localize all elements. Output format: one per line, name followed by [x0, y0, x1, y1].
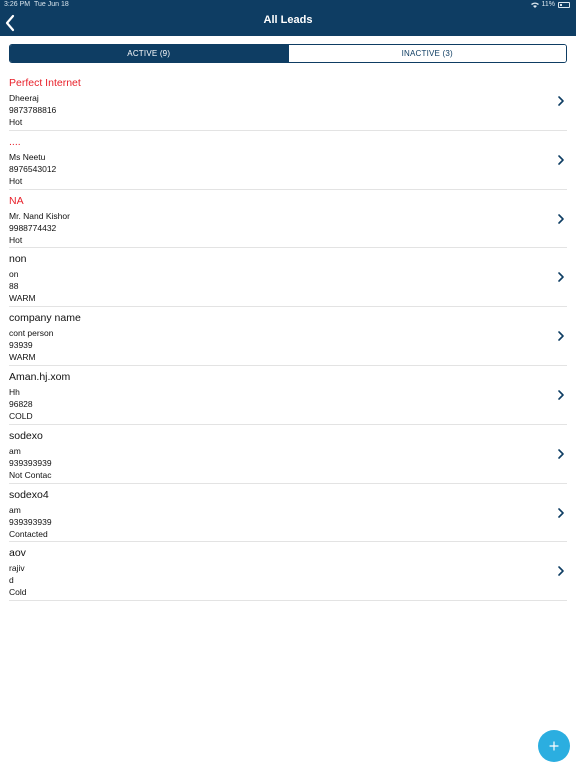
lead-status: Contacted — [9, 528, 48, 539]
chevron-right-icon — [558, 507, 564, 518]
lead-contact: Ms Neetu — [9, 151, 46, 162]
lead-contact: on — [9, 269, 19, 280]
lead-status: Cold — [9, 587, 27, 598]
lead-row[interactable]: Perfect Internet Dheeraj 9873788816 Hot — [9, 72, 567, 131]
lead-status: COLD — [9, 410, 33, 421]
lead-contact: rajiv — [9, 563, 25, 574]
lead-row[interactable]: sodexo4 am 939393939 Contacted — [9, 484, 567, 543]
lead-row[interactable]: aov rajiv d Cold — [9, 542, 567, 602]
battery-percent: 11% — [541, 1, 556, 8]
lead-phone: 88 — [9, 281, 19, 292]
wifi-icon — [530, 2, 539, 8]
lead-phone: 96828 — [9, 398, 33, 409]
leads-list: Perfect Internet Dheeraj 9873788816 Hot … — [9, 72, 567, 602]
tab-inactive[interactable]: INACTIVE (3) — [287, 45, 566, 62]
chevron-right-icon — [558, 390, 564, 400]
add-lead-button[interactable] — [538, 730, 570, 762]
lead-contact: Mr. Nand Kishor — [9, 210, 70, 221]
lead-row[interactable]: non on 88 WARM — [9, 248, 567, 308]
status-time-date: 3:26 PM Tue Jun 18 — [4, 0, 69, 10]
lead-contact: Hh — [9, 386, 20, 397]
lead-company: sodexo4 — [9, 488, 49, 501]
lead-contact: am — [9, 445, 21, 456]
lead-phone: 93939 — [9, 340, 33, 351]
lead-phone: 9988774432 — [9, 222, 57, 233]
chevron-right-icon — [558, 154, 564, 165]
tab-active[interactable]: ACTIVE (9) — [10, 45, 288, 62]
lead-status: Hot — [9, 234, 23, 245]
lead-phone: 9873788816 — [9, 105, 57, 115]
chevron-right-icon — [558, 272, 564, 283]
lead-company: aov — [9, 547, 26, 560]
status-indicators: 11% — [530, 0, 570, 10]
lead-company: sodexo — [9, 429, 43, 442]
lead-contact: am — [9, 504, 21, 515]
lead-company: company name — [9, 312, 81, 325]
plus-icon — [549, 741, 559, 751]
status-date: Tue Jun 18 — [33, 1, 69, 8]
lead-company: .... — [9, 135, 21, 148]
lead-company: Perfect Internet — [9, 77, 81, 89]
chevron-right-icon — [558, 96, 564, 106]
lead-status: Hot — [9, 117, 23, 127]
lead-phone: d — [9, 575, 14, 586]
lead-contact: Dheeraj — [9, 93, 39, 103]
lead-contact: cont person — [9, 328, 54, 339]
lead-row[interactable]: sodexo am 939393939 Not Contac — [9, 425, 567, 484]
lead-status: WARM — [9, 352, 36, 363]
lead-row[interactable]: NA Mr. Nand Kishor 9988774432 Hot — [9, 190, 567, 249]
lead-row[interactable]: company name cont person 93939 WARM — [9, 307, 567, 366]
chevron-right-icon — [558, 331, 564, 341]
lead-row[interactable]: Aman.hj.xom Hh 96828 COLD — [9, 366, 567, 425]
lead-phone: 8976543012 — [9, 163, 57, 174]
lead-status: Hot — [9, 175, 23, 186]
page-title: All Leads — [263, 14, 313, 26]
chevron-right-icon — [558, 566, 564, 577]
lead-row[interactable]: .... Ms Neetu 8976543012 Hot — [9, 131, 567, 190]
lead-status: WARM — [9, 293, 36, 304]
lead-status-tabs: ACTIVE (9) INACTIVE (3) — [9, 44, 567, 63]
lead-company: non — [9, 253, 27, 266]
lead-phone: 939393939 — [9, 516, 52, 527]
chevron-right-icon — [558, 213, 564, 224]
lead-company: NA — [9, 194, 24, 207]
status-time: 3:26 PM — [4, 1, 31, 8]
lead-company: Aman.hj.xom — [9, 370, 71, 383]
lead-phone: 939393939 — [9, 457, 52, 468]
battery-icon — [558, 2, 570, 8]
lead-status: Not Contac — [9, 469, 52, 480]
chevron-right-icon — [558, 448, 564, 459]
nav-bar: 3:26 PM Tue Jun 18 11% All Leads — [0, 0, 576, 36]
status-bar: 3:26 PM Tue Jun 18 11% — [0, 0, 576, 10]
